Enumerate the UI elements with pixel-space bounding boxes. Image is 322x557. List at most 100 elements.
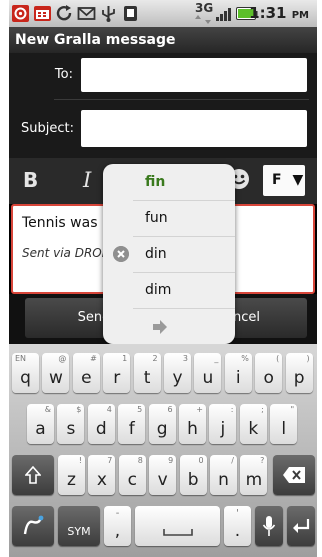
key-alt-label: 5 [137, 405, 143, 414]
key-alt-label: & [44, 405, 51, 414]
key-f[interactable]: 5f [118, 404, 146, 444]
key-t[interactable]: 2t [133, 353, 161, 393]
key-i[interactable]: % i [224, 353, 252, 393]
divider [54, 99, 309, 100]
shift-key[interactable] [12, 455, 54, 495]
key-alt-label: 0 [198, 456, 204, 465]
key-alt-label: 7 [107, 456, 113, 465]
key-alt-label: EN [15, 354, 27, 363]
close-icon[interactable] [113, 246, 129, 262]
key-d[interactable]: 4d [87, 404, 115, 444]
microphone-icon [262, 516, 276, 536]
key-label: l [281, 419, 287, 439]
backspace-key[interactable] [273, 455, 315, 495]
sym-key[interactable]: SYM [58, 506, 100, 546]
key-x[interactable]: 7x [88, 455, 116, 495]
key-l[interactable]: " l [270, 404, 298, 444]
title-bar: New Gralla message [9, 27, 317, 53]
key-label: e [81, 368, 92, 388]
sd-card-icon [124, 6, 137, 21]
key-label: c [127, 470, 137, 490]
key-p[interactable]: ) p [285, 353, 313, 393]
key-label: b [187, 470, 199, 490]
key-u[interactable]: _ u [194, 353, 222, 393]
key-alt-label: ! [78, 456, 82, 465]
key-label: i [235, 368, 241, 388]
key-alt-label: 4 [106, 405, 112, 414]
chevron-down-icon: ▼ [292, 172, 304, 188]
key-h[interactable]: + h [179, 404, 206, 444]
signal-icon [216, 8, 231, 21]
to-field[interactable] [81, 58, 307, 92]
subject-field[interactable] [81, 110, 307, 147]
suggestion-item[interactable]: dim [145, 282, 171, 298]
divider [133, 272, 235, 273]
key-alt-label: 6 [167, 405, 173, 414]
key-alt-label: - [115, 508, 120, 519]
key-g[interactable]: 6g [148, 404, 176, 444]
font-button[interactable]: F ▼ [263, 165, 305, 196]
suggestion-item[interactable]: fun [145, 210, 168, 226]
clock-time: 1:31 [249, 4, 287, 22]
arrow-right-icon[interactable] [153, 320, 167, 334]
key-a[interactable]: & a [27, 404, 54, 444]
page-title: New Gralla message [15, 32, 176, 48]
calendar-icon [34, 6, 51, 21]
key-b[interactable]: 0b [179, 455, 207, 495]
shift-icon [25, 466, 41, 484]
key-label: g [156, 419, 168, 439]
word-suggestion-popup: fin fun din dim [103, 164, 235, 344]
divider [133, 236, 235, 237]
key-alt-label: % [241, 354, 249, 363]
key-alt-label: ) [306, 354, 310, 363]
key-s[interactable]: $ s [57, 404, 85, 444]
key-k[interactable]: ; k [239, 404, 267, 444]
key-alt-label: 1 [122, 354, 128, 363]
key-label: j [220, 419, 226, 439]
space-icon [163, 529, 193, 536]
key-alt-label: $ [76, 405, 82, 414]
suggestion-item[interactable]: din [145, 246, 167, 262]
italic-button[interactable]: I [83, 168, 91, 192]
key-r[interactable]: 1r [103, 353, 131, 393]
key-m[interactable]: ? m [240, 455, 268, 495]
key-z[interactable]: ! z [58, 455, 85, 495]
key-label: z [67, 470, 76, 490]
key-label: h [187, 419, 198, 439]
space-key[interactable] [135, 506, 220, 546]
backspace-icon [283, 467, 305, 483]
period-key[interactable]: '. [224, 506, 251, 546]
key-j[interactable]: :j [209, 404, 237, 444]
enter-key[interactable] [287, 506, 315, 546]
comma-key[interactable]: -, [104, 506, 131, 546]
key-alt-label: : [230, 405, 234, 414]
key-alt-label: 9 [168, 456, 174, 465]
subject-label: Subject: [21, 121, 74, 136]
voice-key[interactable] [255, 506, 283, 546]
key-o[interactable]: (o [255, 353, 283, 393]
divider [133, 308, 235, 309]
key-label: w [48, 368, 63, 388]
bold-button[interactable]: B [23, 168, 38, 192]
key-q[interactable]: EN q [12, 353, 39, 393]
sync-icon [56, 5, 72, 21]
key-label: , [114, 521, 121, 541]
swype-key[interactable] [12, 506, 54, 546]
key-label: o [263, 368, 274, 388]
key-v[interactable]: 9v [149, 455, 177, 495]
key-w[interactable]: @ w [42, 353, 70, 393]
key-label: q [20, 368, 31, 388]
key-n[interactable]: / n [210, 455, 237, 495]
usb-icon [102, 6, 115, 22]
key-label: n [218, 470, 229, 490]
key-e[interactable]: # e [72, 353, 100, 393]
swype-icon [23, 515, 44, 535]
key-label: p [293, 368, 305, 388]
key-c[interactable]: 8c [118, 455, 146, 495]
key-alt-label: + [196, 405, 203, 414]
3g-icon [195, 15, 211, 24]
clock-ampm: PM [291, 10, 309, 21]
key-y[interactable]: 3y [164, 353, 191, 393]
key-label: u [202, 368, 214, 388]
suggestion-item[interactable]: fin [145, 174, 165, 190]
